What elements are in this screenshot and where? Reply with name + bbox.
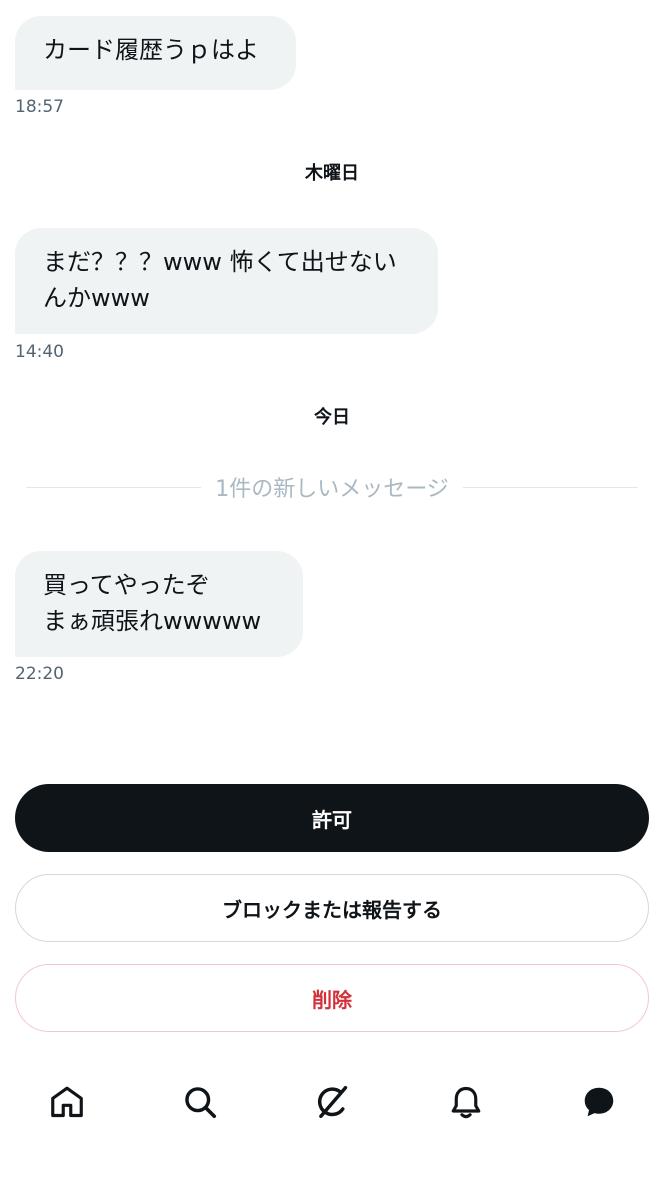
message-timestamp: 14:40 [15, 342, 64, 362]
message-timestamp: 22:20 [15, 664, 64, 684]
bottom-navigation [0, 1060, 664, 1144]
delete-button[interactable]: 削除 [15, 964, 649, 1032]
message-timestamp: 18:57 [15, 97, 64, 117]
nav-grok[interactable] [308, 1078, 356, 1126]
day-separator: 今日 [314, 407, 350, 428]
message-text: 買ってやったぞ [43, 571, 210, 599]
new-messages-label: 1件の新しいメッセージ [215, 477, 449, 502]
message-text: まだ？？？www 怖くて出せない [43, 248, 397, 276]
day-separator: 木曜日 [305, 163, 359, 184]
home-icon [51, 1086, 83, 1118]
message-bubble[interactable]: まだ？？？www 怖くて出せない んかwww [15, 228, 438, 334]
nav-search[interactable] [176, 1078, 224, 1126]
message-text: カード履歴うｐはよ [43, 36, 259, 64]
nav-home[interactable] [43, 1078, 91, 1126]
block-or-report-button[interactable]: ブロックまたは報告する [15, 874, 649, 942]
divider-line [26, 486, 202, 488]
message-bubble[interactable]: カード履歴うｐはよ [15, 16, 296, 90]
notifications-bell-icon [451, 1086, 481, 1119]
message-bubble[interactable]: 買ってやったぞ まぁ頑張れwwwww [15, 551, 303, 657]
divider-line [462, 486, 638, 488]
new-messages-divider: 1件の新しいメッセージ [26, 472, 638, 502]
allow-button-label: 許可 [312, 807, 352, 832]
message-text: まぁ頑張れwwwww [43, 607, 262, 635]
grok-icon [317, 1086, 348, 1118]
delete-button-label: 削除 [312, 987, 352, 1012]
messages-icon [584, 1087, 614, 1117]
message-text: んかwww [43, 284, 150, 312]
nav-notifications[interactable] [442, 1078, 490, 1126]
nav-messages[interactable] [575, 1078, 623, 1126]
block-or-report-label: ブロックまたは報告する [222, 897, 442, 922]
search-icon [185, 1087, 217, 1119]
allow-button[interactable]: 許可 [15, 784, 649, 852]
